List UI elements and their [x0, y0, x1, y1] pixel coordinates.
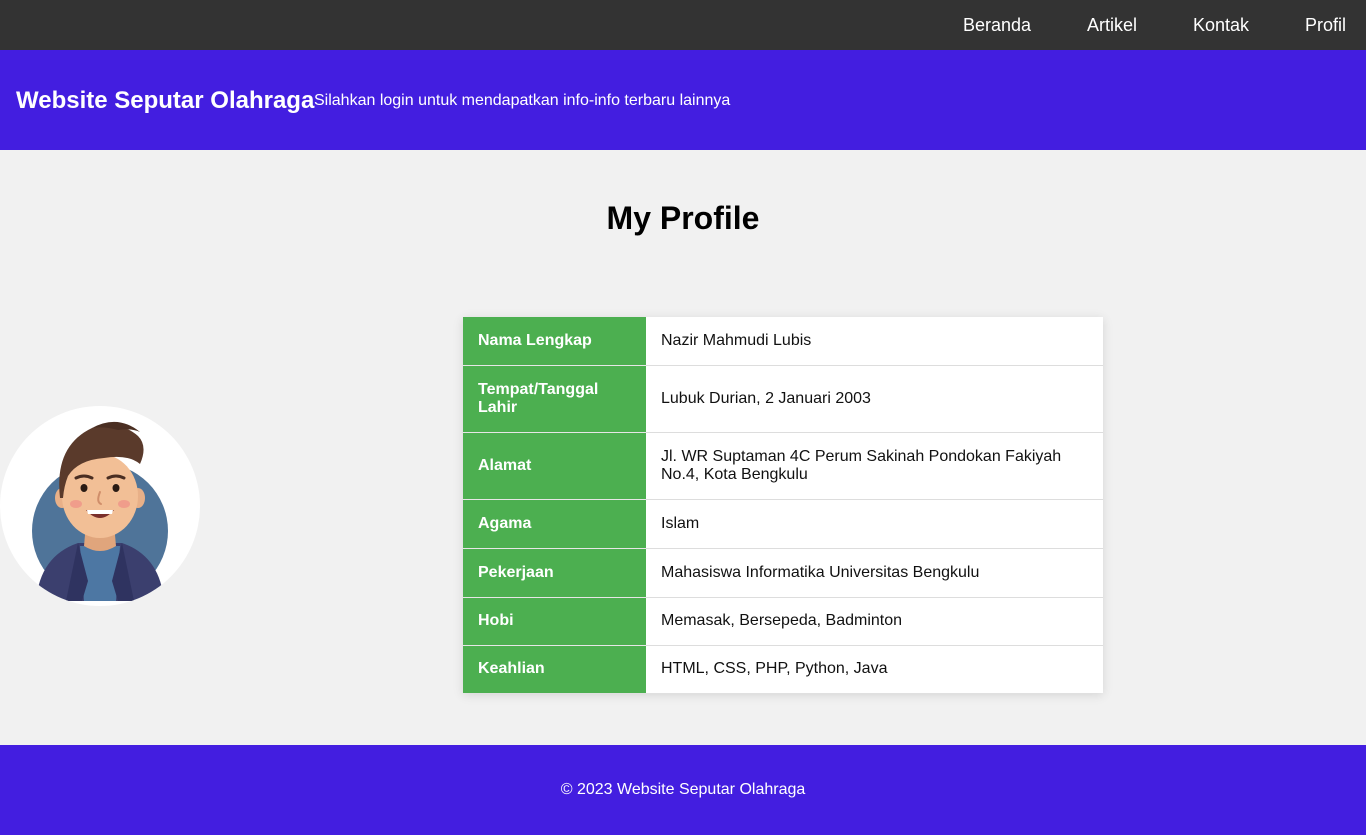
- top-navigation: Beranda Artikel Kontak Profil: [0, 0, 1366, 50]
- person-avatar-icon: [32, 421, 168, 601]
- profile-avatar: [0, 406, 200, 606]
- row-label: Nama Lengkap: [463, 317, 646, 366]
- site-footer: © 2023 Website Seputar Olahraga: [0, 745, 1366, 835]
- row-label: Pekerjaan: [463, 548, 646, 598]
- row-label: Alamat: [463, 432, 646, 500]
- site-title: Website Seputar Olahraga: [16, 87, 315, 114]
- row-value: Mahasiswa Informatika Universitas Bengku…: [646, 548, 1103, 598]
- row-value: Memasak, Bersepeda, Badminton: [646, 597, 1103, 646]
- row-label: Tempat/Tanggal Lahir: [463, 365, 646, 433]
- row-label: Agama: [463, 499, 646, 549]
- table-row: Agama Islam: [463, 499, 1103, 549]
- row-value: Lubuk Durian, 2 Januari 2003: [646, 365, 1103, 433]
- site-header: Website Seputar Olahraga Silahkan login …: [0, 50, 1366, 150]
- nav-link-artikel[interactable]: Artikel: [1087, 14, 1137, 36]
- table-row: Alamat Jl. WR Suptaman 4C Perum Sakinah …: [463, 432, 1103, 500]
- table-row: Pekerjaan Mahasiswa Informatika Universi…: [463, 548, 1103, 598]
- row-label: Keahlian: [463, 645, 646, 693]
- row-value: Islam: [646, 499, 1103, 549]
- header-tagline: Silahkan login untuk mendapatkan info-in…: [314, 92, 731, 109]
- nav-link-beranda[interactable]: Beranda: [963, 14, 1031, 36]
- row-value: HTML, CSS, PHP, Python, Java: [646, 645, 1103, 693]
- row-value: Jl. WR Suptaman 4C Perum Sakinah Pondoka…: [646, 432, 1103, 500]
- footer-copyright: © 2023 Website Seputar Olahraga: [560, 781, 806, 798]
- table-row: Nama Lengkap Nazir Mahmudi Lubis: [463, 317, 1103, 366]
- table-row: Hobi Memasak, Bersepeda, Badminton: [463, 597, 1103, 646]
- nav-link-kontak[interactable]: Kontak: [1193, 14, 1249, 36]
- page-title: My Profile: [606, 200, 760, 236]
- row-value: Nazir Mahmudi Lubis: [646, 317, 1103, 366]
- table-row: Tempat/Tanggal Lahir Lubuk Durian, 2 Jan…: [463, 365, 1103, 433]
- row-label: Hobi: [463, 597, 646, 646]
- nav-link-profil[interactable]: Profil: [1305, 14, 1346, 36]
- profile-table: Nama Lengkap Nazir Mahmudi Lubis Tempat/…: [463, 317, 1103, 693]
- table-row: Keahlian HTML, CSS, PHP, Python, Java: [463, 645, 1103, 693]
